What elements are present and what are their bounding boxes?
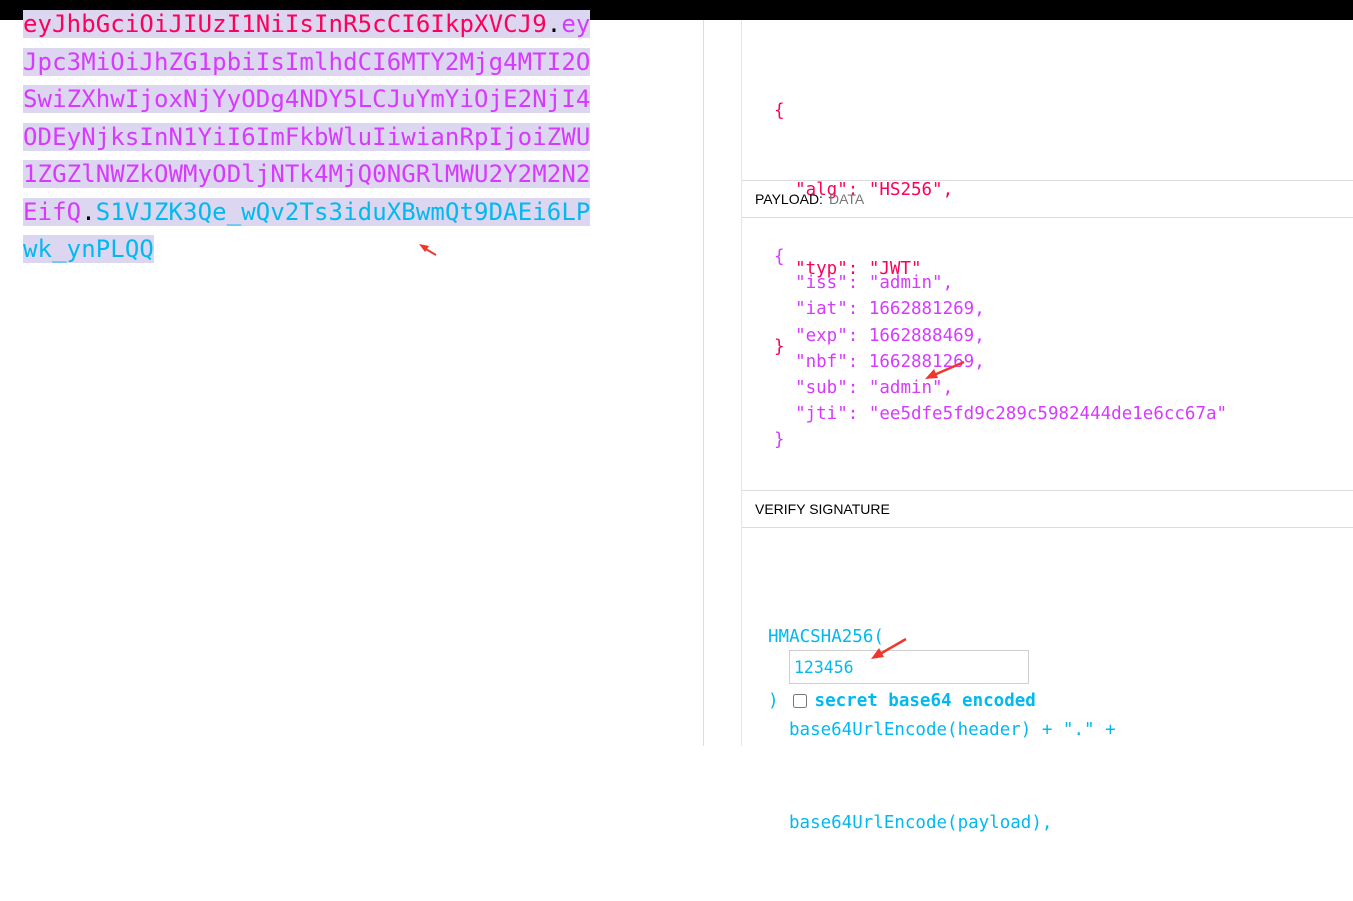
payload-key: "jti" xyxy=(795,404,848,425)
encoded-line: EifQ.S1VJZK3Qe_wQv2Ts3iduXBwmQt9DAEi6LP xyxy=(23,194,623,232)
payload-sublabel: DATA xyxy=(828,191,865,207)
verify-line-2: base64UrlEncode(header) + "." + xyxy=(789,720,1116,740)
encoded-dot-segment: . xyxy=(81,197,96,226)
payload-key: "nbf" xyxy=(795,351,848,372)
payload-value: 1662881269 xyxy=(868,299,975,320)
encoded-sig-segment: wk_ynPLQQ xyxy=(23,235,154,263)
payload-entry: "nbf": 1662881269, xyxy=(795,351,985,372)
encoded-line: ODEyNjksInN1YiI6ImFkbWluIiwianRpIjoiZWU xyxy=(23,119,623,157)
payload-section-header: PAYLOAD: DATA xyxy=(742,180,1353,218)
verify-formula: HMACSHA256( base64UrlEncode(header) + ".… xyxy=(768,560,1116,901)
encoded-line: wk_ynPLQQ xyxy=(23,231,623,269)
payload-key: "sub" xyxy=(795,378,848,399)
annotation-arrow-icon-secret xyxy=(871,637,907,659)
payload-value: "ee5dfe5fd9c289c5982444de1e6cc67a" xyxy=(868,404,1228,425)
payload-key: "exp" xyxy=(795,325,848,346)
payload-value: "admin" xyxy=(868,273,943,294)
encoded-payload-segment: EifQ xyxy=(23,197,82,226)
encoded-line: SwiZXhwIjoxNjYyODg4NDY5LCJuYmYiOjE2NjI4 xyxy=(23,81,623,119)
encoded-dot-segment: . xyxy=(546,10,562,38)
verify-line-3: base64UrlEncode(payload), xyxy=(789,813,1053,833)
verify-section-header: VERIFY SIGNATURE xyxy=(742,490,1353,528)
payload-key: "iat" xyxy=(795,299,848,320)
pane-divider xyxy=(703,20,704,746)
encoded-sig-segment: S1VJZK3Qe_wQv2Ts3iduXBwmQt9DAEi6LP xyxy=(95,197,591,226)
encoded-payload-segment: Jpc3MiOiJhZG1pbiIsImlhdCI6MTY2Mjg4MTI2O xyxy=(23,47,591,76)
payload-close-brace: } xyxy=(774,430,785,451)
encoded-payload-segment: ey xyxy=(561,10,591,38)
payload-label: PAYLOAD: xyxy=(755,191,823,207)
payload-entry: "iat": 1662881269, xyxy=(795,299,985,320)
payload-entry: "exp": 1662888469, xyxy=(795,325,985,346)
payload-key: "iss" xyxy=(795,273,848,294)
encoded-header-segment: eyJhbGciOiJIUzI1NiIsInR5cCI6IkpXVCJ9 xyxy=(23,10,547,38)
verify-label: VERIFY SIGNATURE xyxy=(755,501,890,517)
encoded-line: 1ZGZlNWZkOWMyODljNTk4MjQ0NGRlMWU2Y2M2N2 xyxy=(23,156,623,194)
verify-closing-row: ) secret base64 encoded xyxy=(768,686,1036,716)
closing-paren: ) xyxy=(768,691,779,711)
encoded-token-area[interactable]: eyJhbGciOiJIUzI1NiIsInR5cCI6IkpXVCJ9.ey J… xyxy=(23,0,623,269)
payload-entry: "sub": "admin", xyxy=(795,378,954,399)
base64-checkbox-label[interactable]: secret base64 encoded xyxy=(815,691,1036,711)
payload-value: 1662888469 xyxy=(868,325,975,346)
encoded-line: eyJhbGciOiJIUzI1NiIsInR5cCI6IkpXVCJ9.ey xyxy=(23,6,623,44)
annotation-arrow-icon xyxy=(419,244,437,256)
payload-open-brace: { xyxy=(774,247,785,267)
annotation-arrow-icon-sub xyxy=(925,360,965,379)
header-open-brace: { xyxy=(774,101,785,122)
payload-entry: "iss": "admin", xyxy=(795,273,954,294)
base64-checkbox[interactable] xyxy=(792,694,807,708)
verify-line-1: HMACSHA256( xyxy=(768,627,884,647)
payload-entry: "jti": "ee5dfe5fd9c289c5982444de1e6cc67a… xyxy=(795,404,1228,425)
payload-json[interactable]: { "iss": "admin", "iat": 1662881269, "ex… xyxy=(774,244,1227,454)
encoded-payload-segment: 1ZGZlNWZkOWMyODljNTk4MjQ0NGRlMWU2Y2M2N2 xyxy=(23,160,591,188)
encoded-payload-segment: ODEyNjksInN1YiI6ImFkbWluIiwianRpIjoiZWU xyxy=(23,122,591,151)
encoded-payload-segment: SwiZXhwIjoxNjYyODg4NDY5LCJuYmYiOjE2NjI4 xyxy=(23,85,591,113)
decoded-pane: { "alg": "HS256", "typ": "JWT" } PAYLOAD… xyxy=(742,20,1353,833)
encoded-line: Jpc3MiOiJhZG1pbiIsImlhdCI6MTY2Mjg4MTI2O xyxy=(23,44,623,82)
